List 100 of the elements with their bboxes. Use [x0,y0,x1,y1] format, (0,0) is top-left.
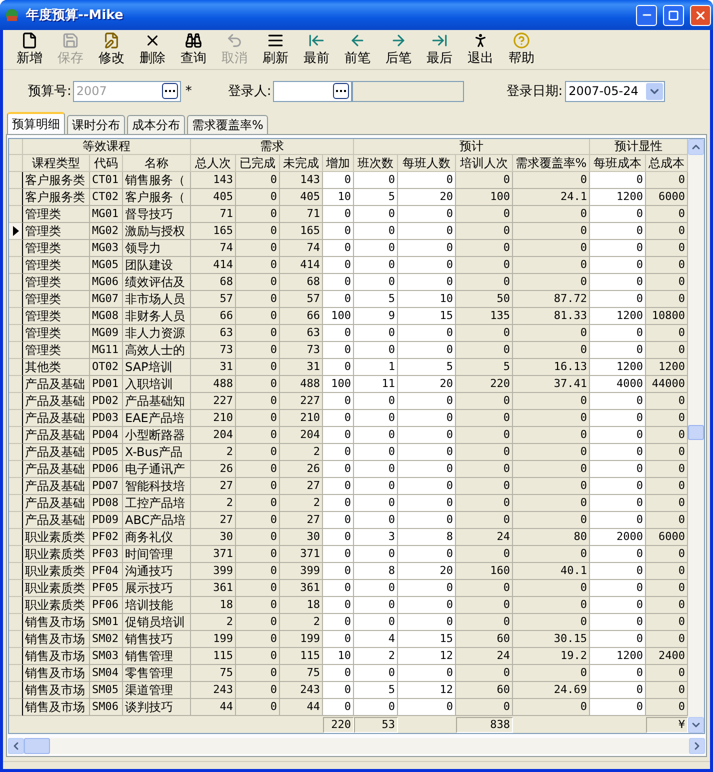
table-cell: 2 [280,614,323,631]
maximize-button[interactable] [663,4,684,26]
row-header[interactable] [9,648,23,665]
column-header[interactable]: 总人次 [191,155,236,172]
column-header[interactable]: 培训人次 [456,155,513,172]
close-button[interactable] [690,4,711,26]
table-cell: 405 [280,189,323,206]
window-title: 年度预算--Mike [26,6,124,24]
table-cell: 15 [398,631,456,648]
tab[interactable]: 预算明细 [7,112,65,134]
column-header[interactable]: 总成本 [646,155,688,172]
input-field[interactable] [273,80,352,102]
row-header[interactable] [9,393,23,410]
table-cell: 0 [323,342,354,359]
column-header[interactable]: 未完成 [280,155,323,172]
row-header[interactable] [9,461,23,478]
minimize-button[interactable] [636,4,657,26]
row-header[interactable] [9,614,23,631]
row-header[interactable] [9,342,23,359]
column-header[interactable]: 需求覆盖率% [513,155,590,172]
toolbar-button[interactable]: 查询 [173,32,214,67]
row-header[interactable] [9,597,23,614]
row-header[interactable] [9,172,23,189]
toolbar-button[interactable]: 新增 [9,32,50,67]
scroll-down-button[interactable] [688,717,704,733]
row-header[interactable] [9,274,23,291]
row-header[interactable] [9,325,23,342]
field-label: 登录人: [228,83,272,100]
column-header[interactable]: 课程类型 [23,155,90,172]
toolbar-button[interactable]: 最前 [296,32,337,67]
table-cell: 165 [191,223,236,240]
toolbar-button[interactable]: 后笔 [378,32,419,67]
column-header[interactable]: 每班成本 [590,155,646,172]
column-header[interactable]: 已完成 [236,155,280,172]
row-header[interactable] [9,682,23,699]
tab[interactable]: 需求覆盖率% [187,115,268,134]
tab[interactable]: 课时分布 [67,115,125,134]
row-header[interactable] [9,699,23,716]
row-header[interactable] [9,580,23,597]
row-header[interactable] [9,444,23,461]
table-cell: 44 [191,699,236,716]
scroll-thumb[interactable] [688,425,704,440]
row-header[interactable] [9,665,23,682]
toolbar-button[interactable]: 退出 [460,32,501,67]
row-header[interactable] [9,478,23,495]
row-header[interactable] [9,495,23,512]
table-cell: 0 [236,342,280,359]
row-header[interactable] [9,240,23,257]
table-cell: 0 [236,546,280,563]
scroll-left-button[interactable] [8,738,24,754]
row-header[interactable] [9,359,23,376]
table-cell: 客户服务（ [123,189,191,206]
row-header[interactable] [9,427,23,444]
scroll-thumb[interactable] [24,738,50,754]
scroll-right-button[interactable] [689,738,705,754]
row-header[interactable] [9,189,23,206]
row-header[interactable] [9,631,23,648]
table-cell: 0 [354,546,398,563]
table-cell: 0 [590,665,646,682]
scroll-up-button[interactable] [688,139,704,155]
row-header[interactable] [9,410,23,427]
toolbar-button[interactable]: 刷新 [255,32,296,67]
table-cell: MG01 [90,206,123,223]
table-cell: PD07 [90,478,123,495]
column-header[interactable]: 每班人数 [398,155,456,172]
row-header[interactable] [9,308,23,325]
table-cell: 66 [191,308,236,325]
toolbar-button[interactable]: 帮助 [501,32,542,67]
table-cell: 0 [513,495,590,512]
toolbar-button[interactable]: 前笔 [337,32,378,67]
tab[interactable]: 成本分布 [127,115,185,134]
table-cell: 0 [236,631,280,648]
table-cell: 职业素质类 [23,580,90,597]
table-cell: 0 [323,580,354,597]
dropdown-button[interactable] [646,82,663,100]
table-cell: 0 [456,240,513,257]
browse-button[interactable] [333,83,350,99]
toolbar-button[interactable]: 修改 [91,32,132,67]
column-header[interactable]: 增加 [323,155,354,172]
row-header[interactable] [9,563,23,580]
table-cell: 1200 [590,308,646,325]
table-cell: 63 [191,325,236,342]
row-header[interactable] [9,546,23,563]
table-cell: 75 [191,665,236,682]
table-cell: 87.72 [513,291,590,308]
row-header[interactable] [9,223,23,240]
table-cell: 非人力资源 [123,325,191,342]
row-header[interactable] [9,257,23,274]
row-header[interactable] [9,529,23,546]
column-header[interactable]: 名称 [123,155,191,172]
row-header[interactable] [9,376,23,393]
row-header[interactable] [9,291,23,308]
column-header[interactable]: 代码 [90,155,123,172]
row-header[interactable] [9,206,23,223]
row-header[interactable] [9,512,23,529]
toolbar-button[interactable]: 最后 [419,32,460,67]
date-dropdown[interactable]: 2007-05-24 [564,80,665,102]
toolbar-button[interactable]: 删除 [132,32,173,67]
column-header[interactable]: 班次数 [354,155,398,172]
table-cell: 66 [280,308,323,325]
